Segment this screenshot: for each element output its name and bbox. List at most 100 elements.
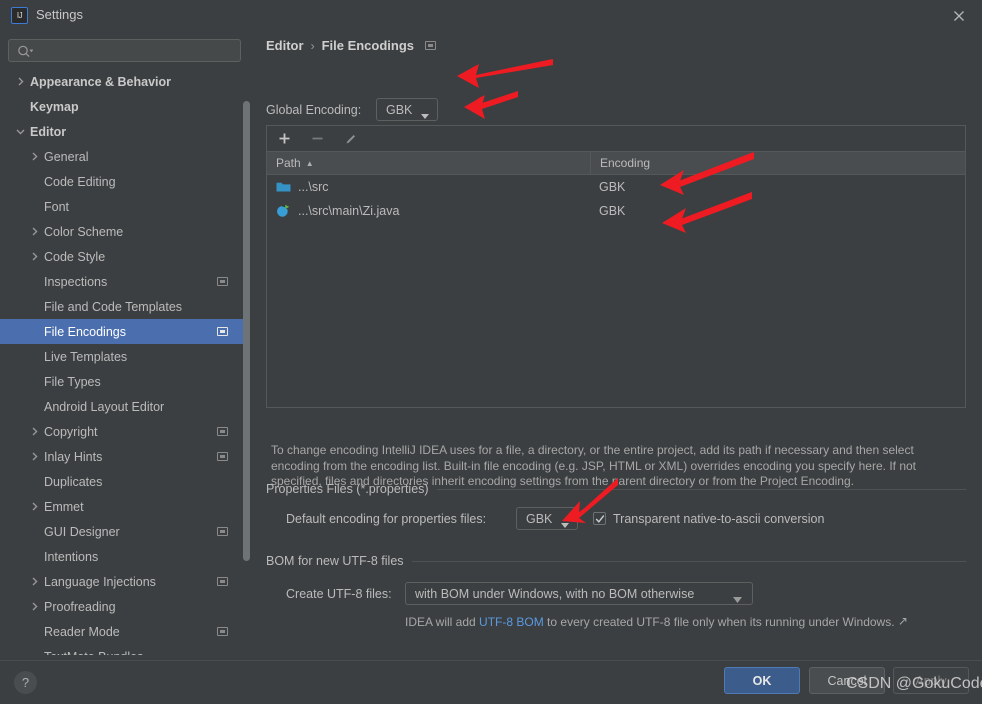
sort-ascending-icon: ▲ bbox=[305, 158, 314, 168]
window-title: Settings bbox=[36, 7, 83, 22]
sidebar-item-general[interactable]: General bbox=[0, 144, 250, 169]
sidebar: Appearance & Behavior Keymap Editor General… bbox=[0, 31, 250, 660]
properties-encoding-dropdown[interactable]: GBK bbox=[516, 507, 578, 530]
search-input[interactable] bbox=[37, 40, 239, 63]
chevron-right-icon[interactable] bbox=[14, 76, 26, 88]
sidebar-item-label: TextMate Bundles bbox=[44, 650, 143, 656]
pencil-icon[interactable] bbox=[342, 130, 359, 147]
sidebar-item-file-types[interactable]: File Types bbox=[0, 369, 250, 394]
plus-icon[interactable] bbox=[276, 130, 293, 147]
chevron-down-icon bbox=[421, 108, 429, 122]
global-encoding-dropdown[interactable]: GBK bbox=[376, 98, 438, 121]
column-header-path[interactable]: Path ▲ bbox=[267, 156, 590, 170]
utf8-bom-link[interactable]: UTF-8 BOM bbox=[479, 615, 544, 629]
chevron-right-icon[interactable] bbox=[28, 601, 40, 613]
sidebar-item-android-layout-editor[interactable]: Android Layout Editor bbox=[0, 394, 250, 419]
settings-sync-badge-icon bbox=[217, 452, 228, 461]
bom-group-header: BOM for new UTF-8 files bbox=[266, 554, 966, 568]
sidebar-item-label: Font bbox=[44, 199, 70, 214]
chevron-right-icon[interactable] bbox=[28, 426, 40, 438]
sidebar-item-label: Duplicates bbox=[44, 474, 103, 489]
sidebar-item-file-and-code-templates[interactable]: File and Code Templates bbox=[0, 294, 250, 319]
create-utf8-files-label: Create UTF-8 files: bbox=[286, 587, 392, 601]
chevron-down-icon[interactable] bbox=[14, 126, 26, 138]
global-encoding-value: GBK bbox=[386, 102, 413, 117]
sidebar-item-proofreading[interactable]: Proofreading bbox=[0, 594, 250, 619]
properties-files-group-header: Properties Files (*.properties) bbox=[266, 482, 966, 496]
sidebar-item-appearance-behavior[interactable]: Appearance & Behavior bbox=[0, 69, 250, 94]
settings-sync-badge-icon bbox=[217, 577, 228, 586]
sidebar-scrollbar[interactable] bbox=[243, 101, 250, 561]
sidebar-item-inlay-hints[interactable]: Inlay Hints bbox=[0, 444, 250, 469]
main-panel: Editor › File Encodings Global Encoding:… bbox=[250, 31, 982, 660]
folder-icon bbox=[276, 180, 291, 194]
search-box[interactable] bbox=[8, 39, 241, 63]
sidebar-item-label: Code Style bbox=[44, 249, 106, 264]
table-toolbar bbox=[267, 126, 965, 152]
sidebar-item-font[interactable]: Font bbox=[0, 194, 250, 219]
transparent-native-to-ascii-checkbox[interactable] bbox=[593, 512, 606, 525]
row-encoding-value[interactable]: GBK bbox=[590, 180, 625, 194]
settings-sync-badge-icon bbox=[425, 41, 437, 50]
external-link-icon[interactable]: ↗ bbox=[898, 614, 908, 628]
sidebar-item-label: Emmet bbox=[44, 499, 84, 514]
chevron-down-icon bbox=[561, 517, 569, 531]
file-path: ...\src\main\Zi.java bbox=[298, 204, 400, 218]
default-properties-encoding-label: Default encoding for properties files: bbox=[286, 512, 487, 526]
close-icon[interactable] bbox=[950, 7, 968, 25]
properties-files-group-title: Properties Files (*.properties) bbox=[266, 482, 429, 496]
sidebar-item-file-encodings[interactable]: File Encodings bbox=[0, 319, 250, 344]
settings-sync-badge-icon bbox=[217, 277, 228, 286]
breadcrumb-separator: › bbox=[310, 38, 315, 53]
sidebar-item-label: File and Code Templates bbox=[44, 299, 183, 314]
sidebar-item-label: Copyright bbox=[44, 424, 98, 439]
bom-note: IDEA will add UTF-8 BOM to every created… bbox=[405, 614, 908, 629]
sidebar-item-reader-mode[interactable]: Reader Mode bbox=[0, 619, 250, 644]
sidebar-item-label: Proofreading bbox=[44, 599, 116, 614]
sidebar-item-textmate-bundles[interactable]: TextMate Bundles bbox=[0, 644, 250, 656]
sidebar-item-live-templates[interactable]: Live Templates bbox=[0, 344, 250, 369]
chevron-right-icon[interactable] bbox=[28, 501, 40, 513]
question-mark-icon[interactable]: ? bbox=[14, 671, 37, 694]
bom-group-title: BOM for new UTF-8 files bbox=[266, 554, 404, 568]
chevron-right-icon[interactable] bbox=[28, 226, 40, 238]
row-encoding-value[interactable]: GBK bbox=[590, 204, 625, 218]
chevron-right-icon[interactable] bbox=[28, 451, 40, 463]
chevron-down-icon bbox=[733, 592, 742, 606]
sidebar-item-gui-designer[interactable]: GUI Designer bbox=[0, 519, 250, 544]
sidebar-item-copyright[interactable]: Copyright bbox=[0, 419, 250, 444]
sidebar-item-color-scheme[interactable]: Color Scheme bbox=[0, 219, 250, 244]
sidebar-item-code-style[interactable]: Code Style bbox=[0, 244, 250, 269]
minus-icon[interactable] bbox=[309, 130, 326, 147]
transparent-native-to-ascii-label[interactable]: Transparent native-to-ascii conversion bbox=[613, 512, 824, 526]
global-encoding-label: Global Encoding: bbox=[266, 103, 362, 117]
sidebar-item-label: File Encodings bbox=[44, 324, 126, 339]
sidebar-item-intentions[interactable]: Intentions bbox=[0, 544, 250, 569]
column-header-encoding[interactable]: Encoding bbox=[590, 152, 965, 174]
bom-note-suffix: to every created UTF-8 file only when it… bbox=[543, 615, 895, 629]
sidebar-item-editor[interactable]: Editor bbox=[0, 119, 250, 144]
chevron-right-icon[interactable] bbox=[28, 151, 40, 163]
sidebar-item-keymap[interactable]: Keymap bbox=[0, 94, 250, 119]
create-utf8-files-value: with BOM under Windows, with no BOM othe… bbox=[415, 586, 695, 601]
table-header: Path ▲ Encoding bbox=[267, 152, 965, 175]
create-utf8-files-dropdown[interactable]: with BOM under Windows, with no BOM othe… bbox=[405, 582, 753, 605]
sidebar-item-label: Color Scheme bbox=[44, 224, 124, 239]
chevron-right-icon[interactable] bbox=[28, 576, 40, 588]
sidebar-item-code-editing[interactable]: Code Editing bbox=[0, 169, 250, 194]
sidebar-item-inspections[interactable]: Inspections bbox=[0, 269, 250, 294]
sidebar-item-label: Keymap bbox=[30, 99, 79, 114]
title-bar: IJ Settings bbox=[0, 0, 982, 31]
sidebar-item-label: Editor bbox=[30, 124, 67, 139]
table-row[interactable]: ...\src\main\Zi.java GBK bbox=[267, 199, 965, 223]
sidebar-item-duplicates[interactable]: Duplicates bbox=[0, 469, 250, 494]
table-row[interactable]: ...\src GBK bbox=[267, 175, 965, 199]
sidebar-item-label: Live Templates bbox=[44, 349, 128, 364]
breadcrumb-parent[interactable]: Editor bbox=[266, 38, 304, 53]
settings-tree: Appearance & Behavior Keymap Editor General… bbox=[0, 69, 250, 655]
sidebar-item-emmet[interactable]: Emmet bbox=[0, 494, 250, 519]
chevron-right-icon[interactable] bbox=[28, 251, 40, 263]
file-path: ...\src bbox=[298, 180, 329, 194]
sidebar-item-language-injections[interactable]: Language Injections bbox=[0, 569, 250, 594]
ok-button[interactable]: OK bbox=[724, 667, 800, 694]
